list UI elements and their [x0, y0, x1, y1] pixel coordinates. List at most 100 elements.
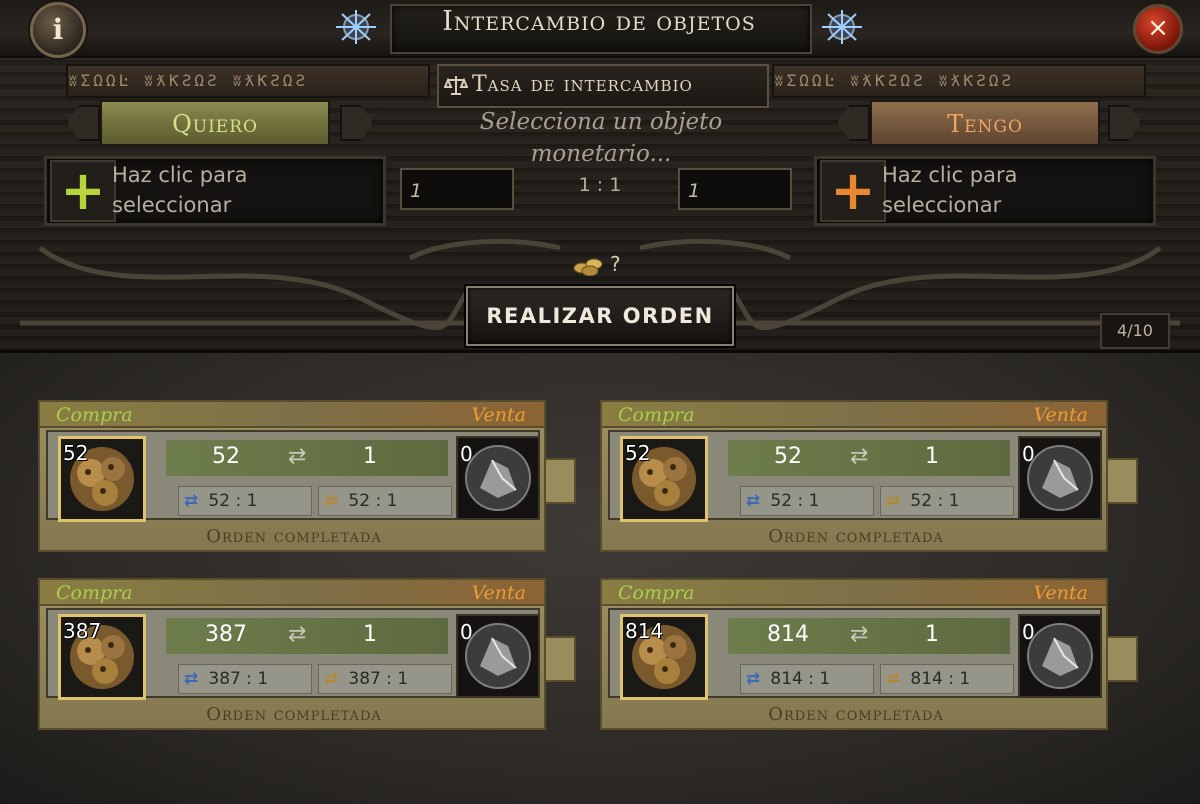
tab-have[interactable]: Tengo: [870, 100, 1100, 146]
left-title-ornament-icon: [336, 10, 376, 44]
rate-right-value: 387 : 1: [348, 669, 409, 689]
order-card-body: 52 52 ⇄ 1 ⇄ 52 : 1 ⇄ 52 : 1 0 Orden comp…: [38, 428, 546, 552]
sell-stack-count: 0: [1022, 620, 1035, 644]
order-details: 814 814 ⇄ 1 ⇄ 814 : 1 ⇄ 814 : 1 0: [608, 608, 1102, 700]
rate-right-value: 814 : 1: [910, 669, 971, 689]
info-icon: i: [52, 13, 64, 46]
sell-item-slot[interactable]: 0: [1018, 436, 1102, 520]
card-tab: [1108, 636, 1138, 682]
order-card-header: Compra Venta: [600, 578, 1108, 606]
order-details: 387 387 ⇄ 1 ⇄ 387 : 1 ⇄ 387 : 1 0: [46, 608, 540, 700]
rate-left: ⇄ 814 : 1: [740, 664, 874, 694]
buy-label: Compra: [56, 404, 133, 426]
swap-gold-icon: ⇄: [323, 491, 339, 511]
buy-item-slot[interactable]: 52: [58, 436, 146, 522]
order-status: Orden completada: [206, 704, 382, 725]
left-rune-strip: ʬΣΩΩĿ ʬƛƘƧΩƧ ʬƛƘƧΩƧ: [66, 64, 430, 98]
buy-label: Compra: [618, 404, 695, 426]
swap-blue-icon: ⇄: [183, 669, 199, 689]
order-status: Orden completada: [206, 526, 382, 547]
order-card-header: Compra Venta: [38, 400, 546, 428]
close-button[interactable]: ×: [1133, 4, 1183, 54]
want-quantity-input[interactable]: 1: [400, 168, 514, 210]
swap-icon: ⇄: [288, 622, 307, 647]
order-card: Compra Venta 814 814 ⇄ 1 ⇄ 814 : 1 ⇄ 814…: [600, 578, 1138, 730]
swap-blue-icon: ⇄: [183, 491, 199, 511]
rate-right-value: 52 : 1: [348, 491, 398, 511]
sell-stack-count: 0: [1022, 442, 1035, 466]
buy-label: Compra: [618, 582, 695, 604]
rate-left-value: 814 : 1: [770, 669, 831, 689]
rate-right: ⇄ 814 : 1: [880, 664, 1014, 694]
rate-left: ⇄ 52 : 1: [740, 486, 874, 516]
sell-label: Venta: [1033, 404, 1088, 426]
order-details: 52 52 ⇄ 1 ⇄ 52 : 1 ⇄ 52 : 1 0: [608, 430, 1102, 522]
swap-gold-icon: ⇄: [885, 669, 901, 689]
right-title-ornament-icon: [822, 10, 862, 44]
swap-icon: ⇄: [850, 622, 869, 647]
plus-icon: +: [830, 159, 876, 222]
right-rune-strip: ʬΣΩΩĿ ʬƛƘƧΩƧ ʬƛƘƧΩƧ: [772, 64, 1146, 98]
exchange-rate-label: Tasa de intercambio: [472, 72, 693, 97]
order-status: Orden completada: [768, 704, 944, 725]
have-add-button[interactable]: +: [820, 160, 886, 222]
order-card: Compra Venta 52 52 ⇄ 1 ⇄ 52 : 1 ⇄ 52 : 1: [600, 400, 1138, 552]
exchange-rate-hint: Selecciona un objeto monetario...: [479, 109, 723, 167]
order-card-header: Compra Venta: [600, 400, 1108, 428]
order-card-body: 387 387 ⇄ 1 ⇄ 387 : 1 ⇄ 387 : 1 0 Orden …: [38, 606, 546, 730]
sell-label: Venta: [471, 404, 526, 426]
tab-want[interactable]: Quiero: [100, 100, 330, 146]
sell-label: Venta: [1033, 582, 1088, 604]
rate-right: ⇄ 52 : 1: [880, 486, 1014, 516]
rate-left-value: 52 : 1: [770, 491, 820, 511]
card-tab: [546, 458, 576, 504]
order-card-header: Compra Venta: [38, 578, 546, 606]
have-quantity-input[interactable]: 1: [678, 168, 792, 210]
buy-amount: 387: [205, 622, 247, 647]
sell-label: Venta: [471, 582, 526, 604]
exchange-ratio: 1 : 1: [578, 174, 622, 196]
order-card-body: 814 814 ⇄ 1 ⇄ 814 : 1 ⇄ 814 : 1 0 Orden …: [600, 606, 1108, 730]
place-order-button[interactable]: REALIZAR ORDEN: [466, 286, 734, 346]
sell-item-slot[interactable]: 0: [1018, 614, 1102, 698]
swap-icon: ⇄: [288, 444, 307, 469]
have-selector-label: Haz clic para seleccionar: [882, 163, 1018, 217]
order-status: Orden completada: [768, 526, 944, 547]
buy-stack-count: 814: [625, 619, 664, 643]
swap-gold-icon: ⇄: [323, 669, 339, 689]
plus-icon: +: [60, 159, 106, 222]
buy-item-slot[interactable]: 52: [620, 436, 708, 522]
sell-amount: 1: [925, 444, 939, 469]
buy-item-slot[interactable]: 387: [58, 614, 146, 700]
order-card: Compra Venta 387 387 ⇄ 1 ⇄ 387 : 1 ⇄ 387…: [38, 578, 576, 730]
buy-label: Compra: [56, 582, 133, 604]
buy-stack-count: 387: [63, 619, 102, 643]
sell-stack-count: 0: [460, 620, 473, 644]
window-title: Intercambio de objetos: [442, 6, 756, 37]
want-selector-label: Haz clic para seleccionar: [112, 163, 248, 217]
card-tab: [1108, 458, 1138, 504]
sell-amount: 1: [363, 622, 377, 647]
swap-blue-icon: ⇄: [745, 669, 761, 689]
page-counter: 4/10: [1100, 313, 1170, 349]
order-details: 52 52 ⇄ 1 ⇄ 52 : 1 ⇄ 52 : 1 0: [46, 430, 540, 522]
want-add-button[interactable]: +: [50, 160, 116, 222]
buy-item-slot[interactable]: 814: [620, 614, 708, 700]
sell-amount: 1: [363, 444, 377, 469]
rate-right-value: 52 : 1: [910, 491, 960, 511]
coin-info-text: ?: [610, 252, 621, 276]
sell-item-slot[interactable]: 0: [456, 614, 540, 698]
rate-left: ⇄ 52 : 1: [178, 486, 312, 516]
order-card-body: 52 52 ⇄ 1 ⇄ 52 : 1 ⇄ 52 : 1 0 Orden comp…: [600, 428, 1108, 552]
info-button[interactable]: i: [30, 2, 86, 58]
rate-right: ⇄ 387 : 1: [318, 664, 452, 694]
sell-item-slot[interactable]: 0: [456, 436, 540, 520]
scale-icon: [444, 76, 468, 95]
buy-stack-count: 52: [625, 441, 651, 465]
coins-icon: [573, 258, 603, 276]
close-icon: ×: [1147, 13, 1169, 43]
swap-icon: ⇄: [850, 444, 869, 469]
buy-amount: 52: [212, 444, 240, 469]
card-tab: [546, 636, 576, 682]
order-card: Compra Venta 52 52 ⇄ 1 ⇄ 52 : 1 ⇄ 52 : 1: [38, 400, 576, 552]
